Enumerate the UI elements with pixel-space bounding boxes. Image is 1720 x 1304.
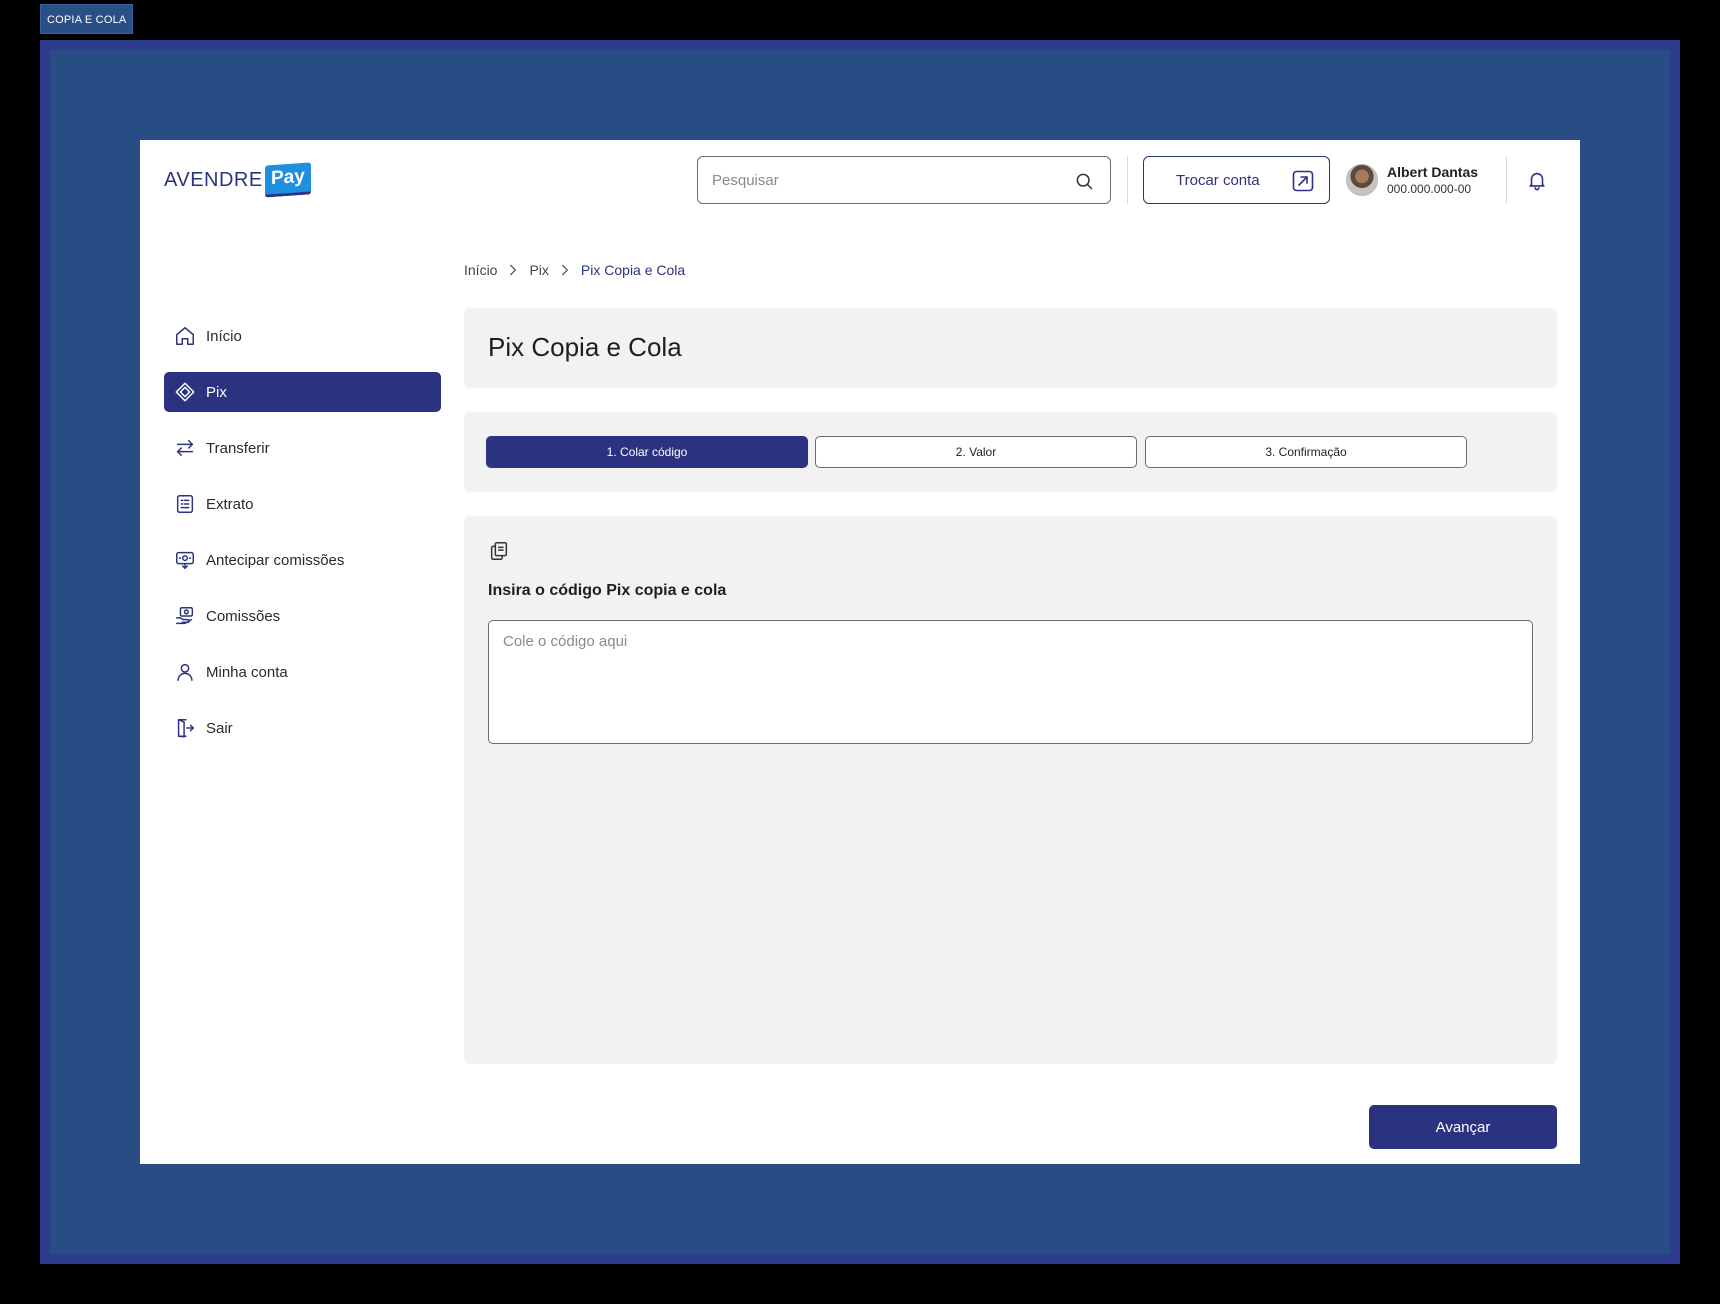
switch-account-button[interactable]: Trocar conta [1143, 156, 1330, 204]
brand-logo[interactable]: AVENDRE Pay [164, 162, 311, 198]
advance-commission-icon [176, 551, 194, 569]
pix-icon [175, 382, 195, 402]
header-divider [1127, 156, 1128, 204]
sidebar-item-antecipar-comissoes[interactable]: Antecipar comissões [164, 540, 441, 580]
commissions-icon [176, 607, 194, 625]
chevron-right-icon [510, 264, 517, 276]
sidebar-item-pix[interactable]: Pix [164, 372, 441, 412]
breadcrumb-inicio[interactable]: Início [464, 262, 497, 278]
header-divider-2 [1506, 156, 1507, 204]
title-panel: Pix Copia e Cola [464, 308, 1557, 388]
search-icon[interactable] [1074, 171, 1094, 191]
switch-account-label: Trocar conta [1176, 171, 1260, 189]
code-form-panel: Insira o código Pix copia e cola [464, 516, 1557, 1064]
step-colar-codigo[interactable]: 1. Colar código [486, 436, 808, 468]
sidebar-item-transferir[interactable]: Transferir [164, 428, 441, 468]
breadcrumb-pix[interactable]: Pix [529, 262, 548, 278]
sidebar-nav: Início Pix Transferir Extrato Antecipar … [164, 316, 441, 764]
pix-code-textarea[interactable] [488, 620, 1533, 744]
chevron-right-icon [562, 264, 568, 276]
breadcrumb-current: Pix Copia e Cola [580, 262, 686, 278]
step-confirmacao[interactable]: 3. Confirmação [1145, 436, 1467, 468]
frame-label: COPIA E COLA [40, 4, 134, 34]
code-field-label: Insira o código Pix copia e cola [488, 582, 727, 599]
search-box[interactable] [697, 156, 1111, 204]
logout-icon [177, 719, 194, 738]
user-info: Albert Dantas 000.000.000-00 [1387, 164, 1478, 197]
search-input[interactable] [712, 157, 1052, 203]
next-button[interactable]: Avançar [1369, 1105, 1557, 1149]
sidebar-item-inicio[interactable]: Início [164, 316, 441, 356]
sidebar-item-label: Início [206, 327, 242, 345]
home-icon [176, 327, 194, 345]
sidebar-item-minha-conta[interactable]: Minha conta [164, 652, 441, 692]
transfer-arrows-icon [176, 439, 194, 457]
sidebar-item-label: Extrato [206, 495, 254, 513]
user-name: Albert Dantas [1387, 163, 1479, 180]
avatar[interactable] [1346, 164, 1378, 196]
sidebar-item-extrato[interactable]: Extrato [164, 484, 441, 524]
user-profile[interactable]: Albert Dantas 000.000.000-00 [1346, 162, 1478, 198]
logo-text: AVENDRE [164, 168, 263, 191]
sidebar-item-label: Sair [206, 719, 233, 737]
step-valor[interactable]: 2. Valor [815, 436, 1137, 468]
page-title: Pix Copia e Cola [488, 332, 682, 362]
sidebar-item-label: Antecipar comissões [206, 551, 345, 569]
copy-icon [490, 542, 508, 560]
sidebar-item-label: Transferir [206, 439, 270, 457]
user-icon [177, 663, 193, 681]
steps-panel: 1. Colar código 2. Valor 3. Confirmação [464, 412, 1557, 492]
external-link-icon [1292, 170, 1314, 192]
sidebar-item-label: Comissões [206, 607, 281, 625]
sidebar-item-comissoes[interactable]: Comissões [164, 596, 441, 636]
sidebar-item-sair[interactable]: Sair [164, 708, 441, 748]
app-window: AVENDRE Pay Trocar conta Albert Dantas 0… [140, 140, 1580, 1164]
logo-badge: Pay [264, 162, 311, 198]
breadcrumb: Início Pix Pix Copia e Cola [464, 262, 685, 278]
statement-icon [176, 495, 194, 513]
bell-icon[interactable] [1526, 169, 1548, 191]
sidebar-item-label: Pix [206, 383, 227, 401]
user-document: 000.000.000-00 [1387, 181, 1472, 196]
sidebar-item-label: Minha conta [206, 663, 288, 681]
